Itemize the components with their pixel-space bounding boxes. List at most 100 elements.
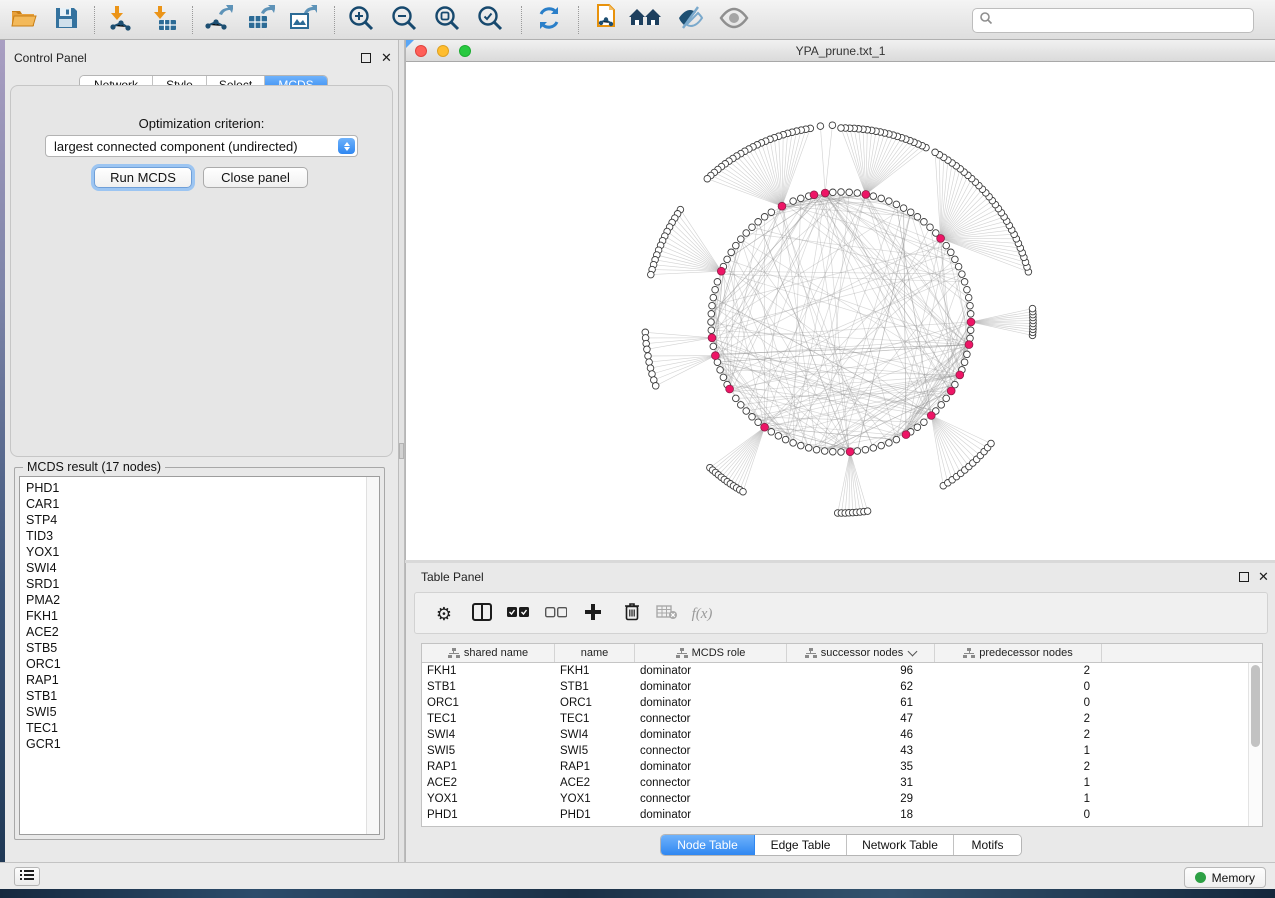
mcds-result-item[interactable]: PHD1 — [20, 480, 365, 496]
network-node[interactable] — [709, 302, 716, 309]
table-cell[interactable]: 46 — [787, 727, 935, 743]
network-hub-node[interactable] — [965, 341, 973, 349]
mcds-result-item[interactable]: GCR1 — [20, 736, 365, 752]
table-cell[interactable]: RAP1 — [422, 759, 555, 775]
network-node[interactable] — [817, 123, 824, 130]
network-node[interactable] — [965, 294, 972, 301]
table-row[interactable]: ACE2ACE2connector311 — [422, 775, 1248, 791]
table-cell[interactable]: dominator — [635, 695, 787, 711]
table-row[interactable]: YOX1YOX1connector291 — [422, 791, 1248, 807]
network-node[interactable] — [743, 230, 750, 237]
table-cell[interactable]: 96 — [787, 663, 935, 679]
network-node[interactable] — [921, 419, 928, 426]
import-network-button[interactable] — [105, 5, 137, 35]
run-mcds-button[interactable]: Run MCDS — [94, 167, 192, 188]
network-node[interactable] — [864, 508, 871, 515]
table-row[interactable]: STB1STB1dominator620 — [422, 679, 1248, 695]
network-hub-node[interactable] — [947, 387, 955, 395]
network-canvas[interactable] — [406, 62, 1275, 560]
table-row[interactable]: TEC1TEC1connector472 — [422, 711, 1248, 727]
table-cell[interactable]: dominator — [635, 663, 787, 679]
table-cell[interactable]: 31 — [787, 775, 935, 791]
table-cell[interactable]: 2 — [935, 663, 1102, 679]
network-node[interactable] — [790, 440, 797, 447]
table-cell[interactable]: 1 — [935, 791, 1102, 807]
network-node[interactable] — [645, 353, 652, 360]
network-node[interactable] — [886, 440, 893, 447]
toggle-visibility-button[interactable] — [718, 5, 750, 35]
network-node[interactable] — [830, 448, 837, 455]
network-hub-node[interactable] — [708, 334, 716, 342]
column-header-successor-nodes[interactable]: successor nodes — [787, 644, 935, 662]
network-node[interactable] — [805, 445, 812, 452]
network-node[interactable] — [768, 429, 775, 436]
deselect-all-button[interactable] — [543, 602, 569, 626]
network-node[interactable] — [914, 214, 921, 221]
table-cell[interactable]: connector — [635, 711, 787, 727]
toggle-style-button[interactable] — [674, 5, 706, 35]
network-node[interactable] — [733, 242, 740, 249]
network-node[interactable] — [755, 419, 762, 426]
network-node[interactable] — [878, 442, 885, 449]
network-node[interactable] — [943, 242, 950, 249]
tab-motifs[interactable]: Motifs — [954, 835, 1021, 855]
network-hub-node[interactable] — [956, 371, 964, 379]
network-node[interactable] — [854, 448, 861, 455]
network-node[interactable] — [838, 125, 845, 132]
network-node[interactable] — [878, 195, 885, 202]
network-node[interactable] — [761, 214, 768, 221]
network-hub-node[interactable] — [967, 318, 975, 326]
network-node[interactable] — [988, 440, 995, 447]
table-cell[interactable]: dominator — [635, 807, 787, 823]
network-node[interactable] — [893, 436, 900, 443]
apply-function-button[interactable]: f(x) — [689, 602, 715, 626]
network-node[interactable] — [708, 311, 715, 318]
tab-node-table[interactable]: Node Table — [661, 835, 755, 855]
network-node[interactable] — [948, 249, 955, 256]
network-node[interactable] — [821, 448, 828, 455]
network-node[interactable] — [943, 395, 950, 402]
table-cell[interactable]: 47 — [787, 711, 935, 727]
table-cell[interactable]: FKH1 — [555, 663, 635, 679]
open-network-file-button[interactable] — [589, 5, 621, 35]
add-row-button[interactable] — [580, 602, 606, 626]
mcds-result-item[interactable]: STB1 — [20, 688, 365, 704]
network-node[interactable] — [710, 294, 717, 301]
mcds-result-item[interactable]: STP4 — [20, 512, 365, 528]
network-hub-nodes[interactable] — [708, 189, 975, 456]
network-hub-node[interactable] — [761, 423, 769, 431]
tab-network-table[interactable]: Network Table — [847, 835, 954, 855]
network-node[interactable] — [870, 193, 877, 200]
network-node[interactable] — [708, 327, 715, 334]
network-node[interactable] — [648, 271, 655, 278]
network-node[interactable] — [838, 189, 845, 196]
network-node[interactable] — [738, 236, 745, 243]
table-cell[interactable]: SWI5 — [555, 743, 635, 759]
network-hub-node[interactable] — [712, 352, 720, 360]
network-node[interactable] — [932, 149, 939, 156]
network-node[interactable] — [755, 219, 762, 226]
network-node[interactable] — [743, 408, 750, 415]
table-cell[interactable]: 35 — [787, 759, 935, 775]
network-node[interactable] — [846, 189, 853, 196]
mcds-result-item[interactable]: YOX1 — [20, 544, 365, 560]
mcds-result-item[interactable]: PMA2 — [20, 592, 365, 608]
network-hub-node[interactable] — [927, 412, 935, 420]
network-node[interactable] — [704, 175, 711, 182]
table-cell[interactable]: STB1 — [422, 679, 555, 695]
table-cell[interactable]: 1 — [935, 743, 1102, 759]
network-node[interactable] — [927, 224, 934, 231]
network-node[interactable] — [967, 327, 974, 334]
network-hub-node[interactable] — [862, 191, 870, 199]
table-scrollbar-thumb[interactable] — [1251, 665, 1260, 747]
network-node[interactable] — [646, 359, 653, 366]
table-cell[interactable]: SWI5 — [422, 743, 555, 759]
network-node[interactable] — [717, 367, 724, 374]
network-node[interactable] — [900, 205, 907, 212]
network-node[interactable] — [830, 189, 837, 196]
table-row[interactable]: PHD1PHD1dominator180 — [422, 807, 1248, 823]
export-network-button[interactable] — [203, 5, 235, 35]
network-node[interactable] — [914, 424, 921, 431]
mcds-result-item[interactable]: TEC1 — [20, 720, 365, 736]
network-node[interactable] — [955, 263, 962, 270]
